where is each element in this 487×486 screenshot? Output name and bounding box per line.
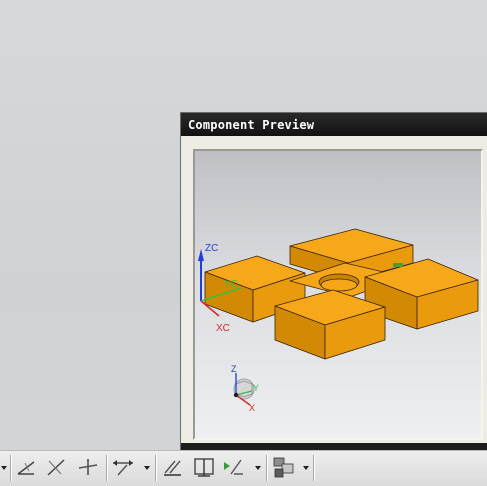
view-triad bbox=[233, 373, 255, 406]
triad-y-label: Y bbox=[253, 383, 259, 393]
part-preview-graphic: ZC YC XC Z Y X bbox=[198, 228, 479, 413]
parallel-constraint-icon[interactable] bbox=[159, 453, 185, 481]
dropdown-arrow-icon[interactable] bbox=[143, 463, 151, 473]
perpendicular-line-icon[interactable] bbox=[75, 453, 101, 481]
csys-x-label: XC bbox=[216, 323, 230, 334]
toolbar-separator bbox=[313, 455, 314, 481]
dropdown-arrow-icon[interactable] bbox=[0, 463, 8, 473]
csys-y-label: YC bbox=[224, 279, 238, 290]
triad-z-label: Z bbox=[231, 364, 237, 374]
assembly-constraints-toolbar bbox=[0, 450, 487, 486]
toolbar-separator bbox=[266, 455, 267, 481]
perpendicular-constraint-icon[interactable] bbox=[191, 453, 217, 481]
window-title: Component Preview bbox=[188, 118, 315, 132]
preview-viewport[interactable]: ZC YC XC Z Y X bbox=[193, 149, 483, 440]
triad-x-label: X bbox=[249, 403, 255, 413]
dropdown-arrow-icon[interactable] bbox=[302, 463, 310, 473]
toolbar-separator bbox=[155, 455, 156, 481]
tangent-line-icon[interactable] bbox=[43, 453, 69, 481]
window-client-area: ZC YC XC Z Y X bbox=[181, 136, 487, 451]
toolbar-separator bbox=[10, 455, 11, 481]
dimension-arrow-icon[interactable] bbox=[110, 453, 136, 481]
assembly-view-icon[interactable] bbox=[271, 453, 297, 481]
title-bar[interactable]: Component Preview bbox=[181, 113, 487, 136]
fit-constraint-icon[interactable] bbox=[220, 453, 246, 481]
angle-constraint-icon[interactable] bbox=[13, 453, 39, 481]
component-preview-window: Component Preview ZC YC XC Z Y X bbox=[180, 112, 487, 452]
csys-z-label: ZC bbox=[205, 243, 218, 254]
dropdown-arrow-icon[interactable] bbox=[254, 463, 262, 473]
toolbar-separator bbox=[106, 455, 107, 481]
